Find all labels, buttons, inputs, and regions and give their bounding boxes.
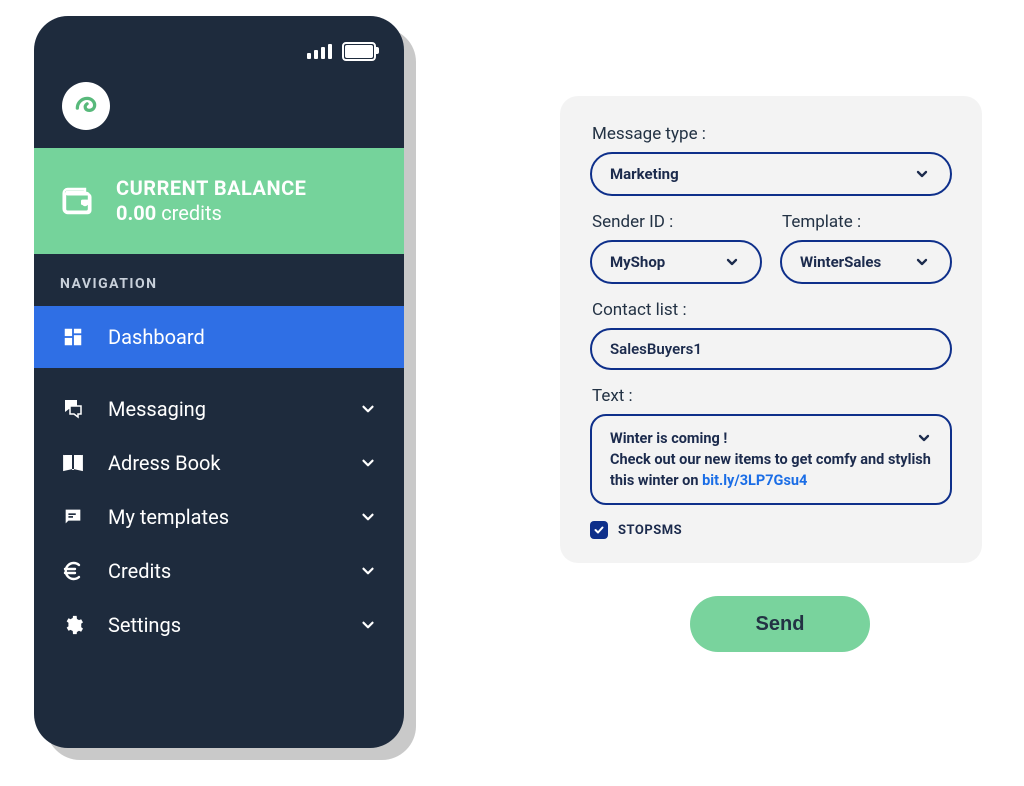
chevron-down-icon [912,164,932,184]
gear-icon [60,612,86,638]
chevron-down-icon [358,561,378,581]
chevron-down-icon [912,252,932,272]
signal-icon [307,44,332,59]
message-type-value: Marketing [610,165,679,183]
nav-label: Dashboard [108,325,378,349]
sender-id-select[interactable]: MyShop [590,240,762,284]
stopsms-label: STOPSMS [618,523,682,538]
message-type-label: Message type : [592,124,952,144]
contact-list-label: Contact list : [592,300,952,320]
compose-form: Message type : Marketing Sender ID : MyS… [560,96,982,563]
chevron-down-icon [358,453,378,473]
nav-label: Settings [108,613,336,637]
templates-icon [60,504,86,530]
nav-item-messaging[interactable]: Messaging [34,382,404,436]
message-link[interactable]: bit.ly/3LP7Gsu4 [702,472,807,489]
nav-label: Messaging [108,397,336,421]
nav-item-credits[interactable]: Credits [34,544,404,598]
nav-section-header: NAVIGATION [34,254,404,306]
chevron-down-icon [914,428,934,448]
contact-list-value: SalesBuyers1 [610,340,702,358]
chevron-down-icon [722,252,742,272]
messaging-icon [60,396,86,422]
text-label: Text : [592,386,952,406]
template-select[interactable]: WinterSales [780,240,952,284]
stopsms-row[interactable]: STOPSMS [590,521,952,539]
message-text-line1: Winter is coming ! [610,430,727,447]
balance-card: CURRENT BALANCE 0.00 credits [34,148,404,254]
stopsms-checkbox[interactable] [590,521,608,539]
template-value: WinterSales [800,253,881,271]
chevron-down-icon [358,507,378,527]
contact-list-input[interactable]: SalesBuyers1 [590,328,952,370]
battery-icon [342,42,376,61]
sender-id-value: MyShop [610,253,665,271]
nav-label: Credits [108,559,336,583]
phone-frame: CURRENT BALANCE 0.00 credits NAVIGATION … [34,16,404,748]
nav-item-dashboard[interactable]: Dashboard [34,306,404,368]
message-textarea[interactable]: Winter is coming ! Check out our new ite… [590,414,952,505]
nav-item-settings[interactable]: Settings [34,598,404,652]
balance-title: CURRENT BALANCE [116,176,306,201]
status-bar [34,16,404,68]
chevron-down-icon [358,399,378,419]
balance-amount: 0.00 credits [116,201,306,226]
nav-item-address-book[interactable]: Adress Book [34,436,404,490]
nav-item-templates[interactable]: My templates [34,490,404,544]
app-logo [62,82,110,130]
euro-icon [60,558,86,584]
dashboard-icon [60,324,86,350]
nav-label: My templates [108,505,336,529]
address-book-icon [60,450,86,476]
send-button[interactable]: Send [690,596,870,652]
nav-label: Adress Book [108,451,336,475]
chevron-down-icon [358,615,378,635]
wallet-icon [60,184,94,218]
template-label: Template : [782,212,952,232]
message-type-select[interactable]: Marketing [590,152,952,196]
sender-id-label: Sender ID : [592,212,762,232]
